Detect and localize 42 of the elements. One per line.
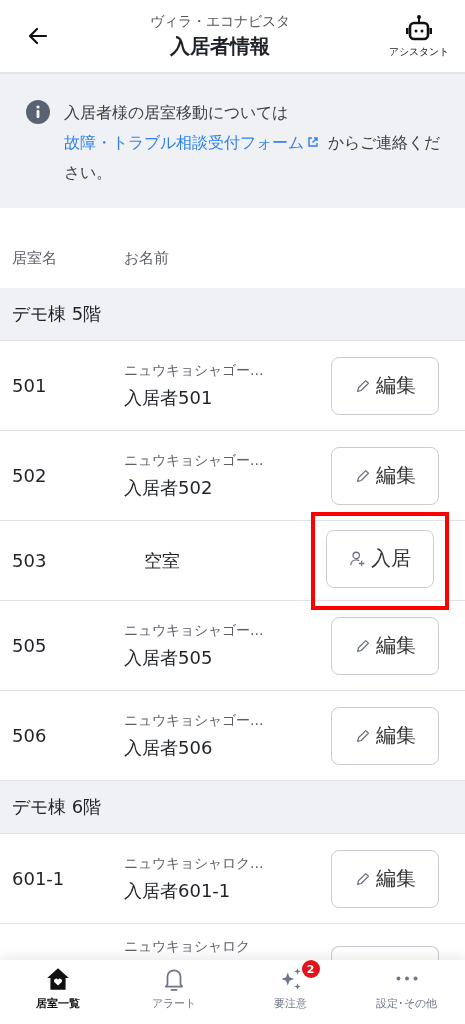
nav-tab[interactable]: 設定･その他 <box>348 960 465 1024</box>
move-in-button[interactable]: 入居 <box>326 529 434 588</box>
name-kana: ニュウキョシャゴー... <box>124 621 265 640</box>
nav-tab[interactable]: アラート <box>116 960 233 1024</box>
name-kana: ニュウキョシャロク <box>124 938 251 956</box>
add-person-icon <box>349 549 367 568</box>
name-kana: ニュウキョシャゴー... <box>124 711 265 730</box>
column-header: お名前 <box>124 249 169 268</box>
name-kana: ニュウキョシャゴー... <box>124 361 265 380</box>
form-link[interactable]: 故障・トラブル相談受付フォーム <box>64 133 323 152</box>
page-title: 入居者情報 <box>169 32 270 60</box>
facility-name: ヴィラ・エコナビスタ <box>149 12 290 31</box>
info-icon <box>26 100 50 124</box>
resident-name: 入居者502 <box>124 475 214 500</box>
room-number: 502 <box>12 465 48 486</box>
edit-button[interactable]: 編集 <box>331 849 439 908</box>
edit-button[interactable]: 編集 <box>331 446 439 505</box>
vacant-label: 空室 <box>143 548 181 573</box>
resident-name: 入居者505 <box>124 645 214 670</box>
room-number: 503 <box>12 550 48 571</box>
resident-name: 入居者601-1 <box>124 878 232 903</box>
notice-text: 入居者様の居室移動については 故障・トラブル相談受付フォーム からご連絡ください。 <box>64 102 442 184</box>
edit-button[interactable]: 編集 <box>331 616 439 675</box>
nav-tab[interactable]: 2 要注意 <box>232 960 349 1024</box>
edit-button[interactable]: 編集 <box>331 706 439 765</box>
count-badge: 2 <box>301 960 320 978</box>
more-icon <box>395 976 418 981</box>
room-number: 505 <box>12 635 48 656</box>
external-link-icon <box>307 136 319 148</box>
room-number: 501 <box>12 375 48 396</box>
column-header: 居室名 <box>12 249 58 268</box>
name-kana: ニュウキョシャゴー... <box>124 451 265 470</box>
section-header: デモ棟 5階 <box>0 288 465 341</box>
section-header: デモ棟 6階 <box>0 781 465 834</box>
room-number: 601-1 <box>12 868 66 889</box>
assistant-button[interactable]: アシスタント <box>389 13 449 59</box>
resident-name: 入居者501 <box>124 385 214 410</box>
resident-name: 入居者506 <box>124 735 214 760</box>
name-kana: ニュウキョシャロク... <box>124 854 265 873</box>
edit-button[interactable]: 編集 <box>331 356 439 415</box>
room-number: 506 <box>12 725 48 746</box>
nav-tab[interactable]: 居室一覧 <box>0 960 117 1024</box>
